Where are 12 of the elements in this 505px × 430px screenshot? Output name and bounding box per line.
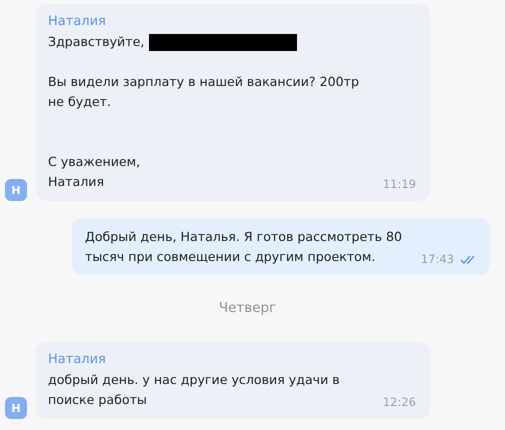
date-separator: Четверг bbox=[218, 300, 276, 316]
message-text: Здравствуйте, bbox=[48, 33, 144, 51]
sender-name: Наталия bbox=[48, 13, 107, 31]
message-time: 11:19 bbox=[382, 176, 416, 192]
sender-name: Наталия bbox=[48, 351, 107, 369]
message-time: 17:43 bbox=[420, 251, 454, 267]
avatar: Н bbox=[5, 397, 27, 419]
message-text: Добрый день, Наталья. Я готов рассмотреть 80 тысяч при совмещении с другим проектом. bbox=[85, 228, 404, 266]
message-time: 12:26 bbox=[382, 394, 416, 410]
message-text: добрый день. у нас другие условия удачи в поиске работы bbox=[48, 371, 341, 409]
message-text: Вы видели зарплату в нашей вакансии? 200тр не будет. С уважением, Наталия bbox=[48, 73, 360, 191]
avatar: Н bbox=[5, 179, 27, 201]
